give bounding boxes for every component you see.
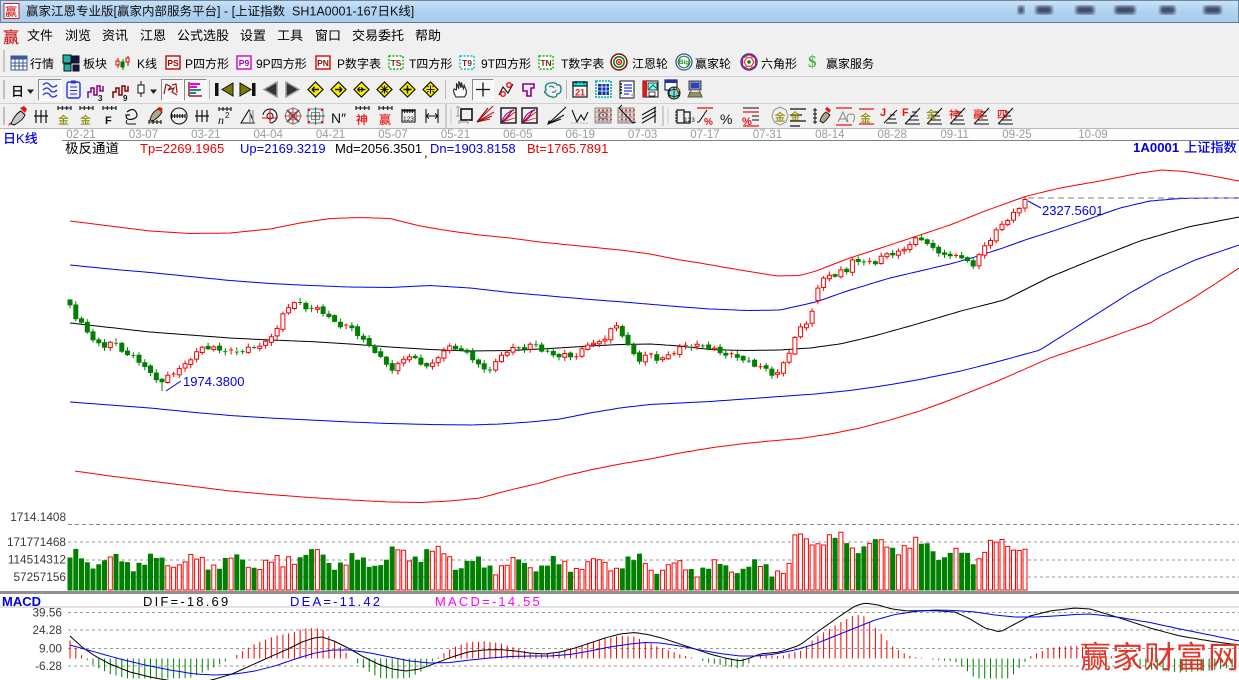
svg-text:Big: Big [679,59,690,66]
svg-text:08-28: 08-28 [877,129,906,141]
svg-text:%: % [704,117,713,128]
svg-text:Md=2056.3501: Md=2056.3501 [335,141,422,156]
svg-text:1714.1408: 1714.1408 [10,510,66,524]
svg-text:04-04: 04-04 [253,129,283,141]
svg-text:06-19: 06-19 [565,129,594,141]
svg-text:21: 21 [575,88,585,98]
svg-text:2: 2 [225,111,230,120]
svg-text:171771468: 171771468 [7,535,66,549]
svg-text:123: 123 [403,116,414,123]
svg-text:9.00: 9.00 [39,642,62,656]
svg-text:07-31: 07-31 [753,129,782,141]
svg-text:1A0001: 1A0001 [1133,140,1179,155]
svg-text:09-25: 09-25 [1002,129,1031,141]
svg-text:114514312: 114514312 [8,553,66,567]
svg-text:02-21: 02-21 [66,129,95,141]
svg-text:DEA=-11.42: DEA=-11.42 [290,594,382,609]
svg-text:04-21: 04-21 [316,129,345,141]
svg-text:PN: PN [317,58,329,68]
svg-text:J: J [880,107,886,119]
svg-text:N″: N″ [331,110,346,126]
svg-text:MACD: MACD [2,594,41,609]
svg-text:$: $ [808,52,817,71]
svg-text:10-09: 10-09 [1078,129,1107,141]
svg-text:F: F [902,107,909,119]
svg-text:TN: TN [540,58,551,68]
svg-text:9T: 9T [481,57,496,71]
svg-text:06-05: 06-05 [503,129,532,141]
svg-text:08-14: 08-14 [815,129,845,141]
svg-text:Up=2169.3219: Up=2169.3219 [240,141,326,156]
svg-text:]: ] [217,5,220,19]
svg-text:P: P [337,57,345,71]
svg-text:%: % [720,111,732,127]
svg-text:-6.28: -6.28 [35,659,62,673]
svg-text:123: 123 [684,117,695,124]
svg-text:,: , [424,145,428,160]
svg-text:K: K [137,57,145,71]
svg-text:n: n [218,113,224,127]
svg-text:-: - [224,5,228,19]
svg-text:]: ] [411,5,414,19]
svg-text:Tp=2269.1965: Tp=2269.1965 [140,141,224,156]
svg-text:K: K [16,131,25,146]
svg-text:DIF=-18.69: DIF=-18.69 [143,594,230,609]
svg-text:P: P [185,57,193,71]
svg-text:K: K [390,5,399,19]
svg-text:09-11: 09-11 [940,129,969,141]
svg-text:03-07: 03-07 [129,129,158,141]
svg-text:Dn=1903.8158: Dn=1903.8158 [430,141,516,156]
svg-text:3: 3 [98,94,103,103]
svg-text:05-07: 05-07 [378,129,407,141]
svg-text:9: 9 [123,94,128,103]
svg-text:T9: T9 [462,58,472,68]
svg-text:F: F [105,115,112,127]
svg-text:1974.3800: 1974.3800 [183,374,244,389]
svg-text:Bt=1765.7891: Bt=1765.7891 [527,141,608,156]
svg-text:9P: 9P [256,57,271,71]
svg-text:57257156: 57257156 [14,570,67,584]
svg-text:07-03: 07-03 [628,129,657,141]
svg-text:07-17: 07-17 [690,129,719,141]
svg-text:05-21: 05-21 [441,129,470,141]
svg-text:2327.5601: 2327.5601 [1042,203,1103,218]
svg-text:T: T [561,57,569,71]
svg-text:PS: PS [167,58,179,68]
svg-text:MACD=-14.55: MACD=-14.55 [435,594,542,609]
svg-text:P9: P9 [239,58,250,68]
svg-text:[: [ [114,5,118,19]
svg-text:T: T [409,57,417,71]
svg-text:TS: TS [391,58,402,68]
svg-text:24.28: 24.28 [32,623,62,637]
svg-text:03-21: 03-21 [191,129,220,141]
svg-text:SH1A0001-167: SH1A0001-167 [292,5,378,19]
svg-text:[: [ [232,5,236,19]
